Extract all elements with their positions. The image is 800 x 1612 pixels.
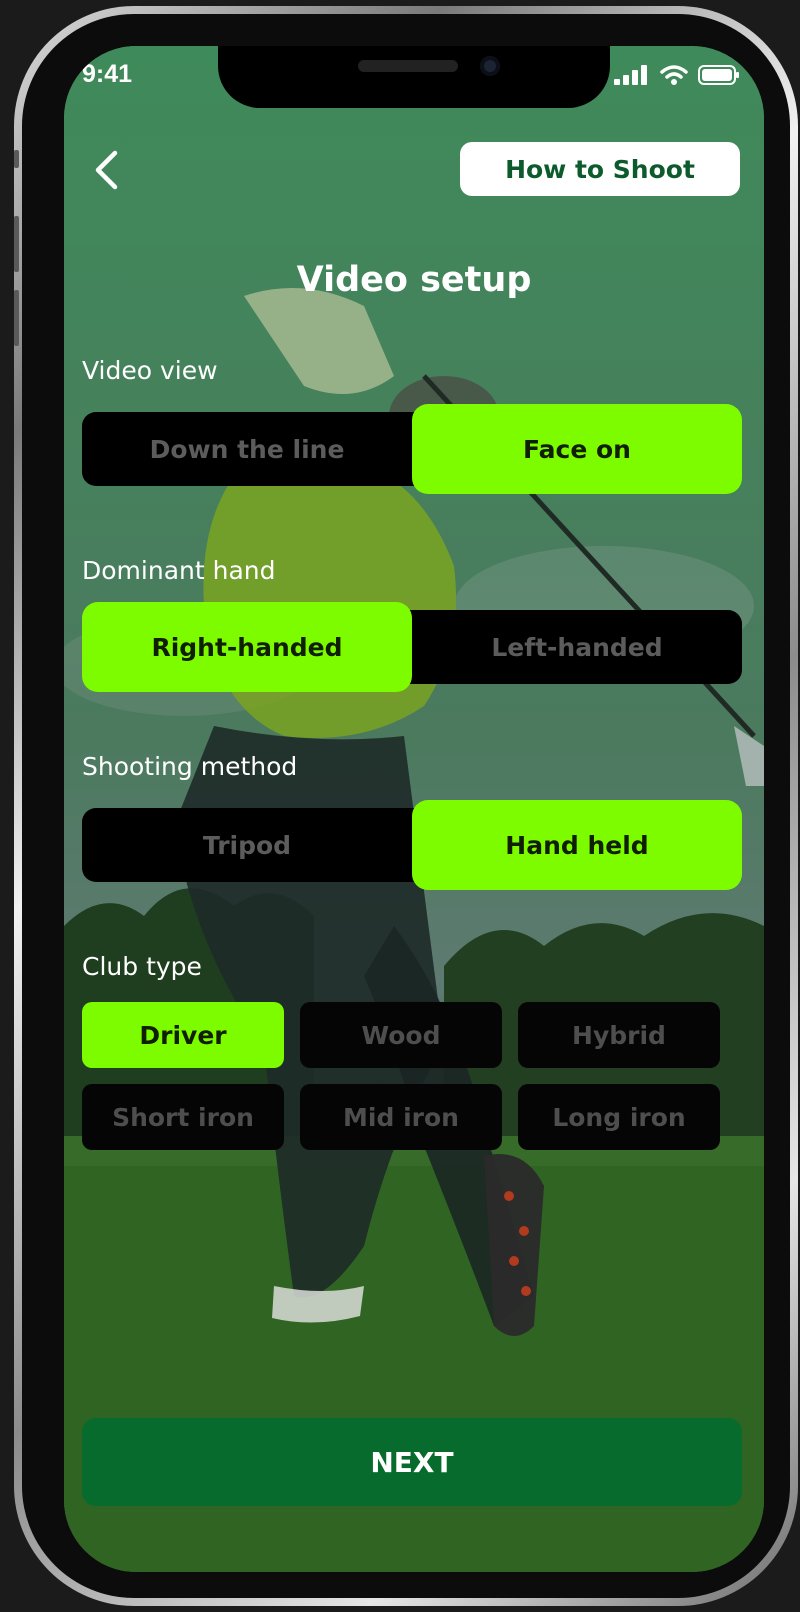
mute-switch	[14, 150, 19, 168]
shooting-method-option-tripod[interactable]: Tripod	[82, 808, 412, 882]
club-option-long-iron[interactable]: Long iron	[518, 1084, 720, 1150]
dominant-hand-segmented-control: Right-handed Left-handed	[82, 602, 742, 692]
back-button[interactable]	[86, 144, 126, 196]
shooting-method-option-hand-held[interactable]: Hand held	[412, 800, 742, 890]
club-option-short-iron[interactable]: Short iron	[82, 1084, 284, 1150]
status-icons	[614, 64, 740, 86]
dominant-hand-label: Dominant hand	[82, 556, 276, 585]
page-title: Video setup	[296, 260, 532, 300]
volume-up-button	[14, 216, 19, 272]
volume-down-button	[14, 290, 19, 346]
video-view-option-down-the-line[interactable]: Down the line	[82, 412, 412, 486]
club-option-mid-iron[interactable]: Mid iron	[300, 1084, 502, 1150]
club-type-label: Club type	[82, 952, 202, 981]
app-screen: 9:41 How to Shoot Video setup Video view…	[64, 46, 764, 1572]
shooting-method-segmented-control: Tripod Hand held	[82, 800, 742, 890]
speaker-grille	[358, 60, 458, 72]
how-to-shoot-button[interactable]: How to Shoot	[460, 142, 740, 196]
video-view-segmented-control: Down the line Face on	[82, 404, 742, 494]
club-option-driver[interactable]: Driver	[82, 1002, 284, 1068]
dominant-hand-option-left-handed[interactable]: Left-handed	[412, 610, 742, 684]
next-button[interactable]: NEXT	[82, 1418, 742, 1506]
status-time: 9:41	[82, 60, 133, 88]
wifi-icon	[660, 65, 688, 85]
video-view-label: Video view	[82, 356, 218, 385]
front-camera	[480, 56, 500, 76]
video-view-option-face-on[interactable]: Face on	[412, 404, 742, 494]
club-option-hybrid[interactable]: Hybrid	[518, 1002, 720, 1068]
battery-icon	[698, 65, 739, 85]
dominant-hand-option-right-handed[interactable]: Right-handed	[82, 602, 412, 692]
signal-icon	[614, 65, 647, 85]
chevron-left-icon	[95, 150, 118, 190]
club-option-wood[interactable]: Wood	[300, 1002, 502, 1068]
device-notch	[218, 46, 610, 108]
shooting-method-label: Shooting method	[82, 752, 298, 781]
